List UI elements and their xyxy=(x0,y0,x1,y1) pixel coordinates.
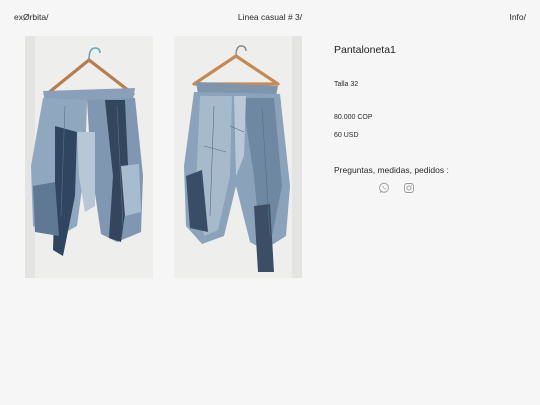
product-size: Talla 32 xyxy=(334,81,359,88)
product-title: Pantaloneta1 xyxy=(334,44,396,56)
instagram-icon[interactable] xyxy=(403,181,415,193)
contact-label: Preguntas, medidas, pedidos : xyxy=(334,165,449,175)
info-link[interactable]: Info/ xyxy=(509,12,526,22)
product-photo-front[interactable] xyxy=(25,36,153,278)
price-usd: 60 USD xyxy=(334,132,359,139)
price-cop: 80.000 COP xyxy=(334,114,373,121)
back-view-photo xyxy=(174,36,302,278)
product-photo-back[interactable] xyxy=(174,36,302,278)
collection-link[interactable]: Linea casual # 3/ xyxy=(0,12,540,22)
whatsapp-icon[interactable] xyxy=(378,181,390,193)
front-view-photo xyxy=(25,36,153,278)
top-navigation: exØrbita/ Linea casual # 3/ Info/ xyxy=(0,12,540,26)
